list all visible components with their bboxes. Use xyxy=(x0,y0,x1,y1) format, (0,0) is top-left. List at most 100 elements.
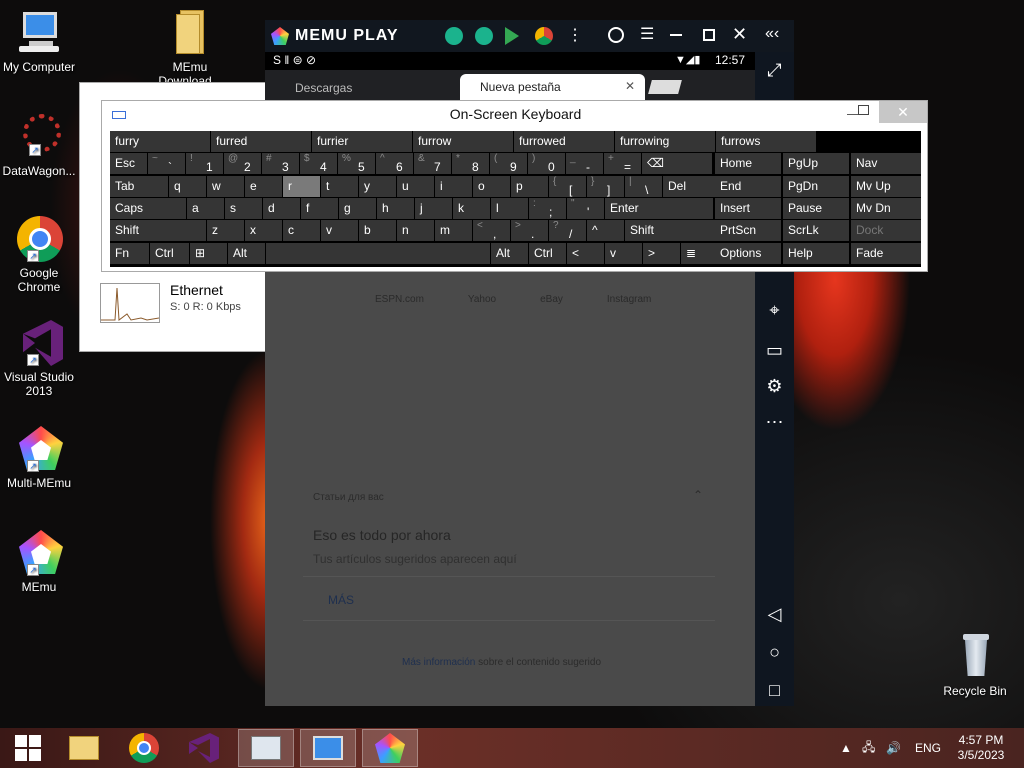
key-[interactable]: ~ ` xyxy=(148,153,185,174)
key-[interactable]: <, xyxy=(473,220,510,241)
key-pgup[interactable]: PgUp xyxy=(783,153,849,174)
shortcut-yahoo[interactable]: Yahoo xyxy=(468,294,496,305)
key-scrlk[interactable]: ScrLk xyxy=(783,220,849,241)
key-n[interactable]: n xyxy=(397,220,434,241)
key-[interactable]: _ - xyxy=(566,153,603,174)
prediction-furrowed[interactable]: furrowed xyxy=(514,131,614,152)
key-[interactable]: ^ xyxy=(587,220,624,241)
key-help[interactable]: Help xyxy=(783,243,849,264)
key-8[interactable]: * 8 xyxy=(452,153,489,174)
fullscreen-icon[interactable]: ⤢ xyxy=(755,60,794,81)
tab-nueva-pestana[interactable]: Nueva pestaña ✕ xyxy=(460,74,645,100)
key-[interactable]: }] xyxy=(587,176,624,197)
key-home[interactable]: Home xyxy=(715,153,781,174)
taskbar-chrome[interactable] xyxy=(116,729,172,767)
home-icon[interactable]: ○ xyxy=(755,642,794,663)
location-icon[interactable]: ⌖ xyxy=(755,300,794,321)
key-4[interactable]: $4 xyxy=(300,153,337,174)
key-shift[interactable]: Shift xyxy=(110,220,206,241)
chrome-app-icon[interactable] xyxy=(535,27,553,45)
key-[interactable]: ⊞ xyxy=(190,243,227,264)
key-nav[interactable]: Nav xyxy=(851,153,921,174)
key-alt[interactable]: Alt xyxy=(228,243,265,264)
maximize-button[interactable] xyxy=(858,105,869,115)
key-[interactable]: < xyxy=(567,243,604,264)
key-h[interactable]: h xyxy=(377,198,414,219)
key-[interactable]: {[ xyxy=(549,176,586,197)
key-ctrl[interactable]: Ctrl xyxy=(529,243,566,264)
key-3[interactable]: #3 xyxy=(262,153,299,174)
key-g[interactable]: g xyxy=(339,198,376,219)
app-icon-1[interactable] xyxy=(445,27,463,45)
desktop-icon-multi-memu[interactable]: ↗ Multi-MEmu xyxy=(1,424,77,490)
desktop-icon-my-computer[interactable]: My Computer xyxy=(1,8,77,74)
key-m[interactable]: m xyxy=(435,220,472,241)
volume-icon[interactable]: 🔊 xyxy=(886,728,901,768)
back-icon[interactable]: ◁ xyxy=(755,604,794,625)
key-alt[interactable]: Alt xyxy=(491,243,528,264)
shortcut-instagram[interactable]: Instagram xyxy=(607,294,651,305)
key-[interactable]: ⌫ xyxy=(642,153,712,174)
key-6[interactable]: ^ 6 xyxy=(376,153,413,174)
key-y[interactable]: y xyxy=(359,176,396,197)
key-k[interactable]: k xyxy=(453,198,490,219)
prediction-furrows[interactable]: furrows xyxy=(716,131,816,152)
key-d[interactable]: d xyxy=(263,198,300,219)
prediction-furred[interactable]: furred xyxy=(211,131,311,152)
key-q[interactable]: q xyxy=(169,176,206,197)
key-p[interactable]: p xyxy=(511,176,548,197)
close-tab-icon[interactable]: ✕ xyxy=(625,79,635,93)
key-j[interactable]: j xyxy=(415,198,452,219)
prediction-furry[interactable]: furry xyxy=(110,131,210,152)
key-space[interactable] xyxy=(266,243,490,264)
key-a[interactable]: a xyxy=(187,198,224,219)
recents-icon[interactable]: □ xyxy=(755,680,794,701)
play-store-icon[interactable] xyxy=(505,27,519,45)
key-end[interactable]: End xyxy=(715,176,781,197)
taskbar-memu[interactable] xyxy=(362,729,418,767)
key-[interactable]: :; xyxy=(529,198,566,219)
key-esc[interactable]: Esc xyxy=(110,153,147,174)
show-hidden-icons[interactable]: ▲ xyxy=(840,728,852,768)
account-icon[interactable] xyxy=(608,27,624,43)
more-button[interactable]: MÁS xyxy=(328,593,354,607)
key-insert[interactable]: Insert xyxy=(715,198,781,219)
key-pause[interactable]: Pause xyxy=(783,198,849,219)
start-button[interactable] xyxy=(0,729,56,767)
key-[interactable]: + = xyxy=(604,153,641,174)
key-options[interactable]: Options xyxy=(715,243,781,264)
taskbar-on-screen-keyboard[interactable] xyxy=(300,729,356,767)
desktop-icon-recycle-bin[interactable]: Recycle Bin xyxy=(937,632,1013,698)
key-tab[interactable]: Tab xyxy=(110,176,168,197)
more-vert-icon[interactable]: ⋮ xyxy=(567,25,583,45)
key-mvdn[interactable]: Mv Dn xyxy=(851,198,921,219)
prediction-furrow[interactable]: furrow xyxy=(413,131,513,152)
collapse-sidebar-icon[interactable]: «‹ xyxy=(765,25,779,43)
key-o[interactable]: o xyxy=(473,176,510,197)
key-e[interactable]: e xyxy=(245,176,282,197)
key-5[interactable]: % 5 xyxy=(338,153,375,174)
key-shift[interactable]: Shift xyxy=(625,220,715,241)
key-del[interactable]: Del xyxy=(663,176,719,197)
key-l[interactable]: l xyxy=(491,198,528,219)
key-r[interactable]: r xyxy=(283,176,320,197)
key-fn[interactable]: Fn xyxy=(110,243,149,264)
key-v[interactable]: v xyxy=(605,243,642,264)
folder-icon[interactable]: ▭ xyxy=(755,340,794,361)
key-pgdn[interactable]: PgDn xyxy=(783,176,849,197)
key-2[interactable]: @2 xyxy=(224,153,261,174)
app-icon-2[interactable] xyxy=(475,27,493,45)
new-tab-button[interactable] xyxy=(648,80,682,94)
language-indicator[interactable]: ENG xyxy=(915,728,941,768)
key-caps[interactable]: Caps xyxy=(110,198,186,219)
key-[interactable]: ? / xyxy=(549,220,586,241)
more-icon[interactable]: ⋯ xyxy=(755,412,794,433)
key-[interactable]: " ' xyxy=(567,198,604,219)
desktop-icon-datawagon[interactable]: ↗ DataWagon... xyxy=(1,112,77,178)
key-prtscn[interactable]: PrtScn xyxy=(715,220,781,241)
key-dock[interactable]: Dock xyxy=(851,220,921,241)
key-b[interactable]: b xyxy=(359,220,396,241)
key-s[interactable]: s xyxy=(225,198,262,219)
desktop-icon-google-chrome[interactable]: ↗ Google Chrome xyxy=(1,214,77,294)
desktop-icon-visual-studio[interactable]: ↗ Visual Studio 2013 xyxy=(1,318,77,398)
